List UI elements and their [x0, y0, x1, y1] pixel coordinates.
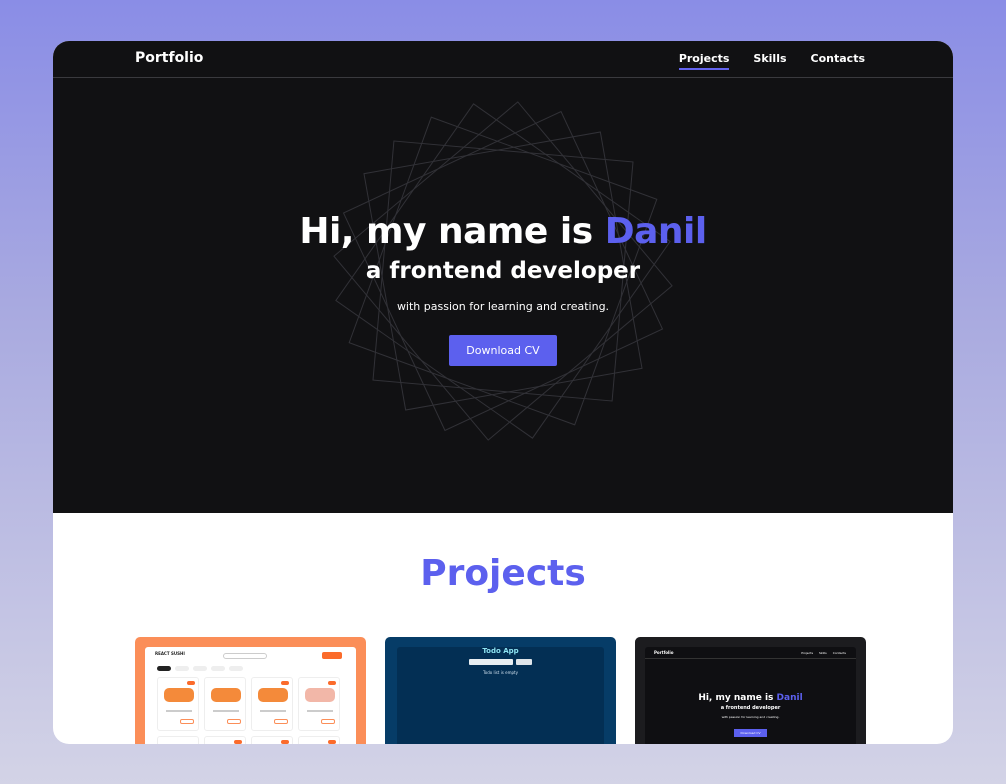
product-name-line [260, 710, 286, 712]
preview-name: Danil [776, 693, 803, 703]
preview-nav-item: Projects [801, 651, 814, 655]
food-image [258, 688, 288, 702]
hero-title-prefix: Hi, my name is [299, 211, 593, 252]
site-logo[interactable]: Portfolio [135, 50, 203, 66]
preview-product-tile [251, 677, 293, 731]
preview-product-tile [251, 736, 293, 744]
download-cv-button[interactable]: Download CV [449, 335, 557, 366]
preview-product-grid [157, 677, 340, 744]
preview-add-button [321, 719, 335, 724]
preview-logo: Portfolio [654, 650, 674, 655]
sale-badge [234, 740, 242, 744]
preview-add-button [180, 719, 194, 724]
browser-window: Portfolio Projects Skills Contacts Hi, m… [53, 41, 953, 744]
sale-badge [328, 681, 336, 685]
preview-hero: Hi, my name is Danil a frontend develope… [645, 693, 856, 738]
project-card-todo[interactable]: Todo App Todo list is empty [385, 637, 616, 744]
project-card-sushi[interactable]: REACT SUSHI [135, 637, 366, 744]
project-preview-todo: Todo App Todo list is empty [397, 647, 604, 744]
preview-tagline: with passion for learning and creating. [721, 715, 780, 719]
preview-chip [175, 666, 189, 671]
nav-link-skills[interactable]: Skills [753, 52, 786, 67]
preview-title: REACT SUSHI [155, 651, 185, 656]
preview-category-chips [157, 666, 243, 671]
preview-chip [193, 666, 207, 671]
preview-product-tile [157, 736, 199, 744]
preview-chip [211, 666, 225, 671]
projects-heading: Projects [420, 553, 586, 594]
preview-submit-button [516, 659, 532, 665]
preview-hero-title: Hi, my name is Danil [645, 693, 856, 703]
product-name-line [213, 710, 239, 712]
hero-subtitle: a frontend developer [365, 258, 641, 284]
hero-tagline: with passion for learning and creating. [396, 300, 610, 313]
preview-cv-button: Download CV [734, 729, 767, 737]
nav-link-projects[interactable]: Projects [678, 52, 729, 70]
hero-content: Hi, my name is Danil a frontend develope… [53, 211, 953, 366]
sale-badge [328, 740, 336, 744]
sale-badge [281, 740, 289, 744]
preview-subtitle: a frontend developer [720, 705, 781, 711]
preview-title-prefix: Hi, my name is [698, 693, 774, 703]
preview-nav-item: Contacts [832, 651, 846, 655]
preview-product-tile [204, 677, 246, 731]
preview-nav-item: Skills [819, 651, 827, 655]
top-nav: Portfolio Projects Skills Contacts [53, 41, 953, 78]
preview-nav-divider [645, 658, 856, 659]
project-card-portfolio[interactable]: Portfolio Projects Skills Contacts Hi, m… [635, 637, 866, 744]
preview-product-tile [298, 677, 340, 731]
preview-chip [157, 666, 171, 671]
hero-title: Hi, my name is Danil [53, 211, 953, 252]
preview-empty-text: Todo list is empty [483, 670, 518, 675]
nav-link-contacts[interactable]: Contacts [811, 52, 865, 67]
project-preview-portfolio: Portfolio Projects Skills Contacts Hi, m… [645, 647, 856, 744]
sale-badge [281, 681, 289, 685]
preview-add-button [274, 719, 288, 724]
product-name-line [166, 710, 192, 712]
hero-section: Portfolio Projects Skills Contacts Hi, m… [53, 41, 953, 513]
preview-product-tile [157, 677, 199, 731]
preview-chip [229, 666, 243, 671]
preview-nav: Projects Skills Contacts [801, 651, 846, 655]
preview-title: Todo App [482, 647, 519, 655]
nav-links: Projects Skills Contacts [678, 52, 865, 70]
preview-search-input [223, 653, 267, 659]
food-image [305, 688, 335, 702]
food-image [211, 688, 241, 702]
sale-badge [187, 681, 195, 685]
project-preview-sushi: REACT SUSHI [145, 647, 356, 744]
preview-todo-input [469, 659, 513, 665]
preview-product-tile [204, 736, 246, 744]
product-name-line [307, 710, 333, 712]
preview-product-tile [298, 736, 340, 744]
preview-cart-button [322, 652, 342, 659]
food-image [164, 688, 194, 702]
preview-add-button [227, 719, 241, 724]
hero-name: Danil [604, 211, 707, 252]
